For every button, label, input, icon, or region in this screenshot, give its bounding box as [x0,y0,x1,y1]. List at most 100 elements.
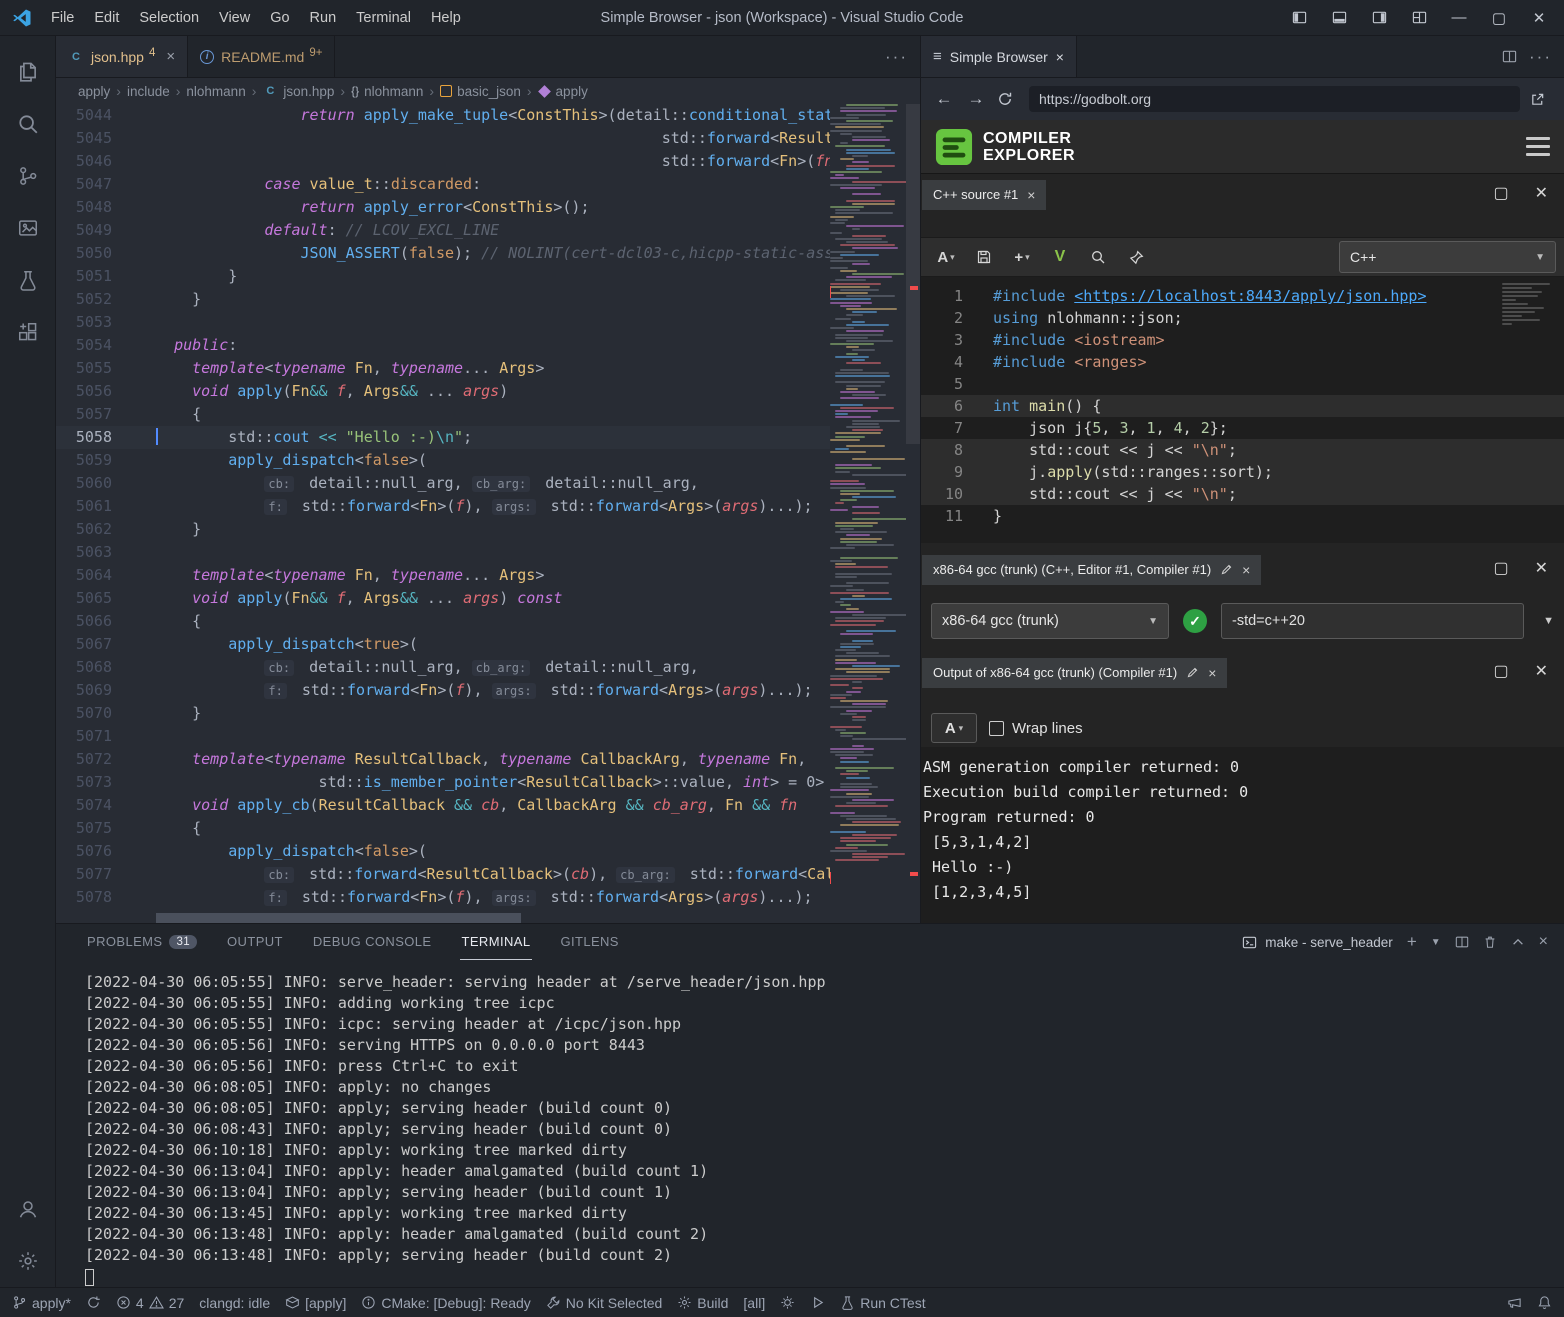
tab-simple-browser[interactable]: ≡ Simple Browser × [921,36,1077,77]
code-line[interactable]: 5064 template<typename Fn, typename... A… [56,564,830,587]
code-line[interactable]: 5060 cb: detail::null_arg, cb_arg: detai… [56,472,830,495]
code-line[interactable]: 5072 template<typename ResultCallback, t… [56,748,830,771]
code-line[interactable]: 5075 { [56,817,830,840]
notifications-button[interactable] [1537,1295,1552,1310]
code-line[interactable]: 5074 void apply_cb(ResultCallback && cb,… [56,794,830,817]
search-icon[interactable] [1081,242,1115,272]
reload-icon[interactable] [997,91,1019,107]
code-line[interactable]: 5076 apply_dispatch<false>( [56,840,830,863]
save-icon[interactable] [967,242,1001,272]
compiler-select[interactable]: x86-64 gcc (trunk) ▼ [931,603,1169,639]
close-icon[interactable]: × [1208,665,1216,681]
close-icon[interactable]: × [1027,187,1035,203]
activity-extensions-icon[interactable] [0,306,55,358]
code-line[interactable]: 5054 public: [56,334,830,357]
more-actions-icon[interactable]: ··· [1529,47,1552,67]
code-line[interactable]: 5046 std::forward<Fn>(fn)); [56,150,830,173]
browser-code-line[interactable]: 8 std::cout << j << "\n"; [921,439,1564,461]
close-icon[interactable]: × [166,48,175,65]
code-line[interactable]: 5065 void apply(Fn&& f, Args&& ... args)… [56,587,830,610]
code-line[interactable]: 5051 } [56,265,830,288]
activity-search-icon[interactable] [0,98,55,150]
menu-help[interactable]: Help [422,6,470,30]
code-line[interactable]: 5053 [56,311,830,334]
cmake-ready-status[interactable]: CMake: [Debug]: Ready [361,1295,530,1311]
browser-code-line[interactable]: 7 json j{5, 3, 1, 4, 2}; [921,417,1564,439]
maximize-pane-icon[interactable]: ▢ [1493,183,1508,203]
activity-settings-gear-icon[interactable] [0,1235,55,1287]
overview-ruler[interactable] [906,104,920,913]
activity-account-icon[interactable] [0,1183,55,1235]
code-line[interactable]: 5047 case value_t::discarded: [56,173,830,196]
code-line[interactable]: 5061 f: std::forward<Fn>(f), args: std::… [56,495,830,518]
split-editor-icon[interactable] [1502,49,1517,64]
menu-view[interactable]: View [210,6,259,30]
code-line[interactable]: 5055 template<typename Fn, typename... A… [56,357,830,380]
edit-icon[interactable] [1220,563,1233,576]
menu-edit[interactable]: Edit [85,6,128,30]
compiler-options-input[interactable]: -std=c++20 [1221,603,1524,639]
cmake-kit-status[interactable]: No Kit Selected [546,1295,663,1311]
code-line[interactable]: 5044 return apply_make_tuple<ConstThis>(… [56,104,830,127]
panel-tab-output[interactable]: OUTPUT [225,924,285,960]
toggle-panel-bottom-icon[interactable] [1322,4,1356,32]
toggle-panel-right-icon[interactable] [1362,4,1396,32]
tab-json-hpp[interactable]: Cjson.hpp4× [56,36,188,77]
back-icon[interactable]: ← [933,89,955,109]
activity-testing-icon[interactable] [0,254,55,306]
language-select[interactable]: C++ ▼ [1339,241,1556,273]
open-external-icon[interactable] [1530,92,1552,107]
code-line[interactable]: 5050 JSON_ASSERT(false); // NOLINT(cert-… [56,242,830,265]
compiler-pane-tab[interactable]: x86-64 gcc (trunk) (C++, Editor #1, Comp… [922,555,1261,585]
cmake-build-button[interactable]: Build [677,1295,728,1311]
browser-code-line[interactable]: 6int main() { [921,395,1564,417]
code-line[interactable]: 5070 } [56,702,830,725]
close-pane-icon[interactable]: ✕ [1535,183,1548,203]
panel-tab-debug-console[interactable]: DEBUG CONSOLE [311,924,434,960]
code-line[interactable]: 5077 cb: std::forward<ResultCallback>(cb… [56,863,830,886]
browser-code-line[interactable]: 4#include <ranges> [921,351,1564,373]
cmake-build-target[interactable]: [all] [743,1295,765,1311]
breadcrumb-item[interactable]: Cjson.hpp [262,83,334,99]
minimize-icon[interactable]: — [1442,4,1476,32]
browser-code-line[interactable]: 2using nlohmann::json; [921,307,1564,329]
code-line[interactable]: 5062 } [56,518,830,541]
browser-code-line[interactable]: 3#include <iostream> [921,329,1564,351]
breadcrumb-item[interactable]: apply [538,84,588,99]
browser-code-line[interactable]: 11} [921,505,1564,527]
cmake-launch-button[interactable] [810,1295,825,1310]
panel-tab-gitlens[interactable]: GITLENS [558,924,620,960]
menu-file[interactable]: File [42,6,83,30]
close-icon[interactable]: × [1056,49,1064,65]
browser-code-line[interactable]: 9 j.apply(std::ranges::sort); [921,461,1564,483]
activity-explorer-icon[interactable] [0,46,55,98]
toggle-panel-left-icon[interactable] [1282,4,1316,32]
code-line[interactable]: 5071 [56,725,830,748]
new-terminal-icon[interactable]: + [1407,932,1417,952]
customize-layout-icon[interactable] [1402,4,1436,32]
breadcrumb-item[interactable]: include [127,84,170,99]
maximize-pane-icon[interactable]: ▢ [1493,661,1508,681]
breadcrumb-item[interactable]: basic_json [440,84,521,99]
code-line[interactable]: 5069 f: std::forward<Fn>(f), args: std::… [56,679,830,702]
close-panel-icon[interactable]: × [1539,933,1548,951]
code-line[interactable]: 5057 { [56,403,830,426]
sync-status[interactable] [86,1295,101,1310]
terminal[interactable]: [2022-04-30 06:05:55] INFO: serve_header… [56,960,1564,1287]
run-ctest-button[interactable]: Run CTest [840,1295,925,1311]
code-line[interactable]: 5078 f: std::forward<Fn>(f), args: std::… [56,886,830,909]
code-line[interactable]: 5066 { [56,610,830,633]
code-line[interactable]: 5067 apply_dispatch<true>( [56,633,830,656]
git-branch-status[interactable]: apply* [12,1295,71,1311]
pin-icon[interactable] [1119,242,1153,272]
scrollbar-thumb[interactable] [906,104,920,444]
kill-terminal-icon[interactable] [1483,935,1497,949]
chevron-down-icon[interactable]: ▼ [1543,615,1554,627]
close-icon[interactable]: × [1242,562,1250,578]
code-line[interactable]: 5058 std::cout << "Hello :-)\n"; [56,426,830,449]
code-line[interactable]: 5052 } [56,288,830,311]
browser-code-line[interactable]: 5 [921,373,1564,395]
breadcrumb-item[interactable]: {}nlohmann [351,84,423,99]
feedback-button[interactable] [1507,1295,1522,1310]
forward-icon[interactable]: → [965,89,987,109]
